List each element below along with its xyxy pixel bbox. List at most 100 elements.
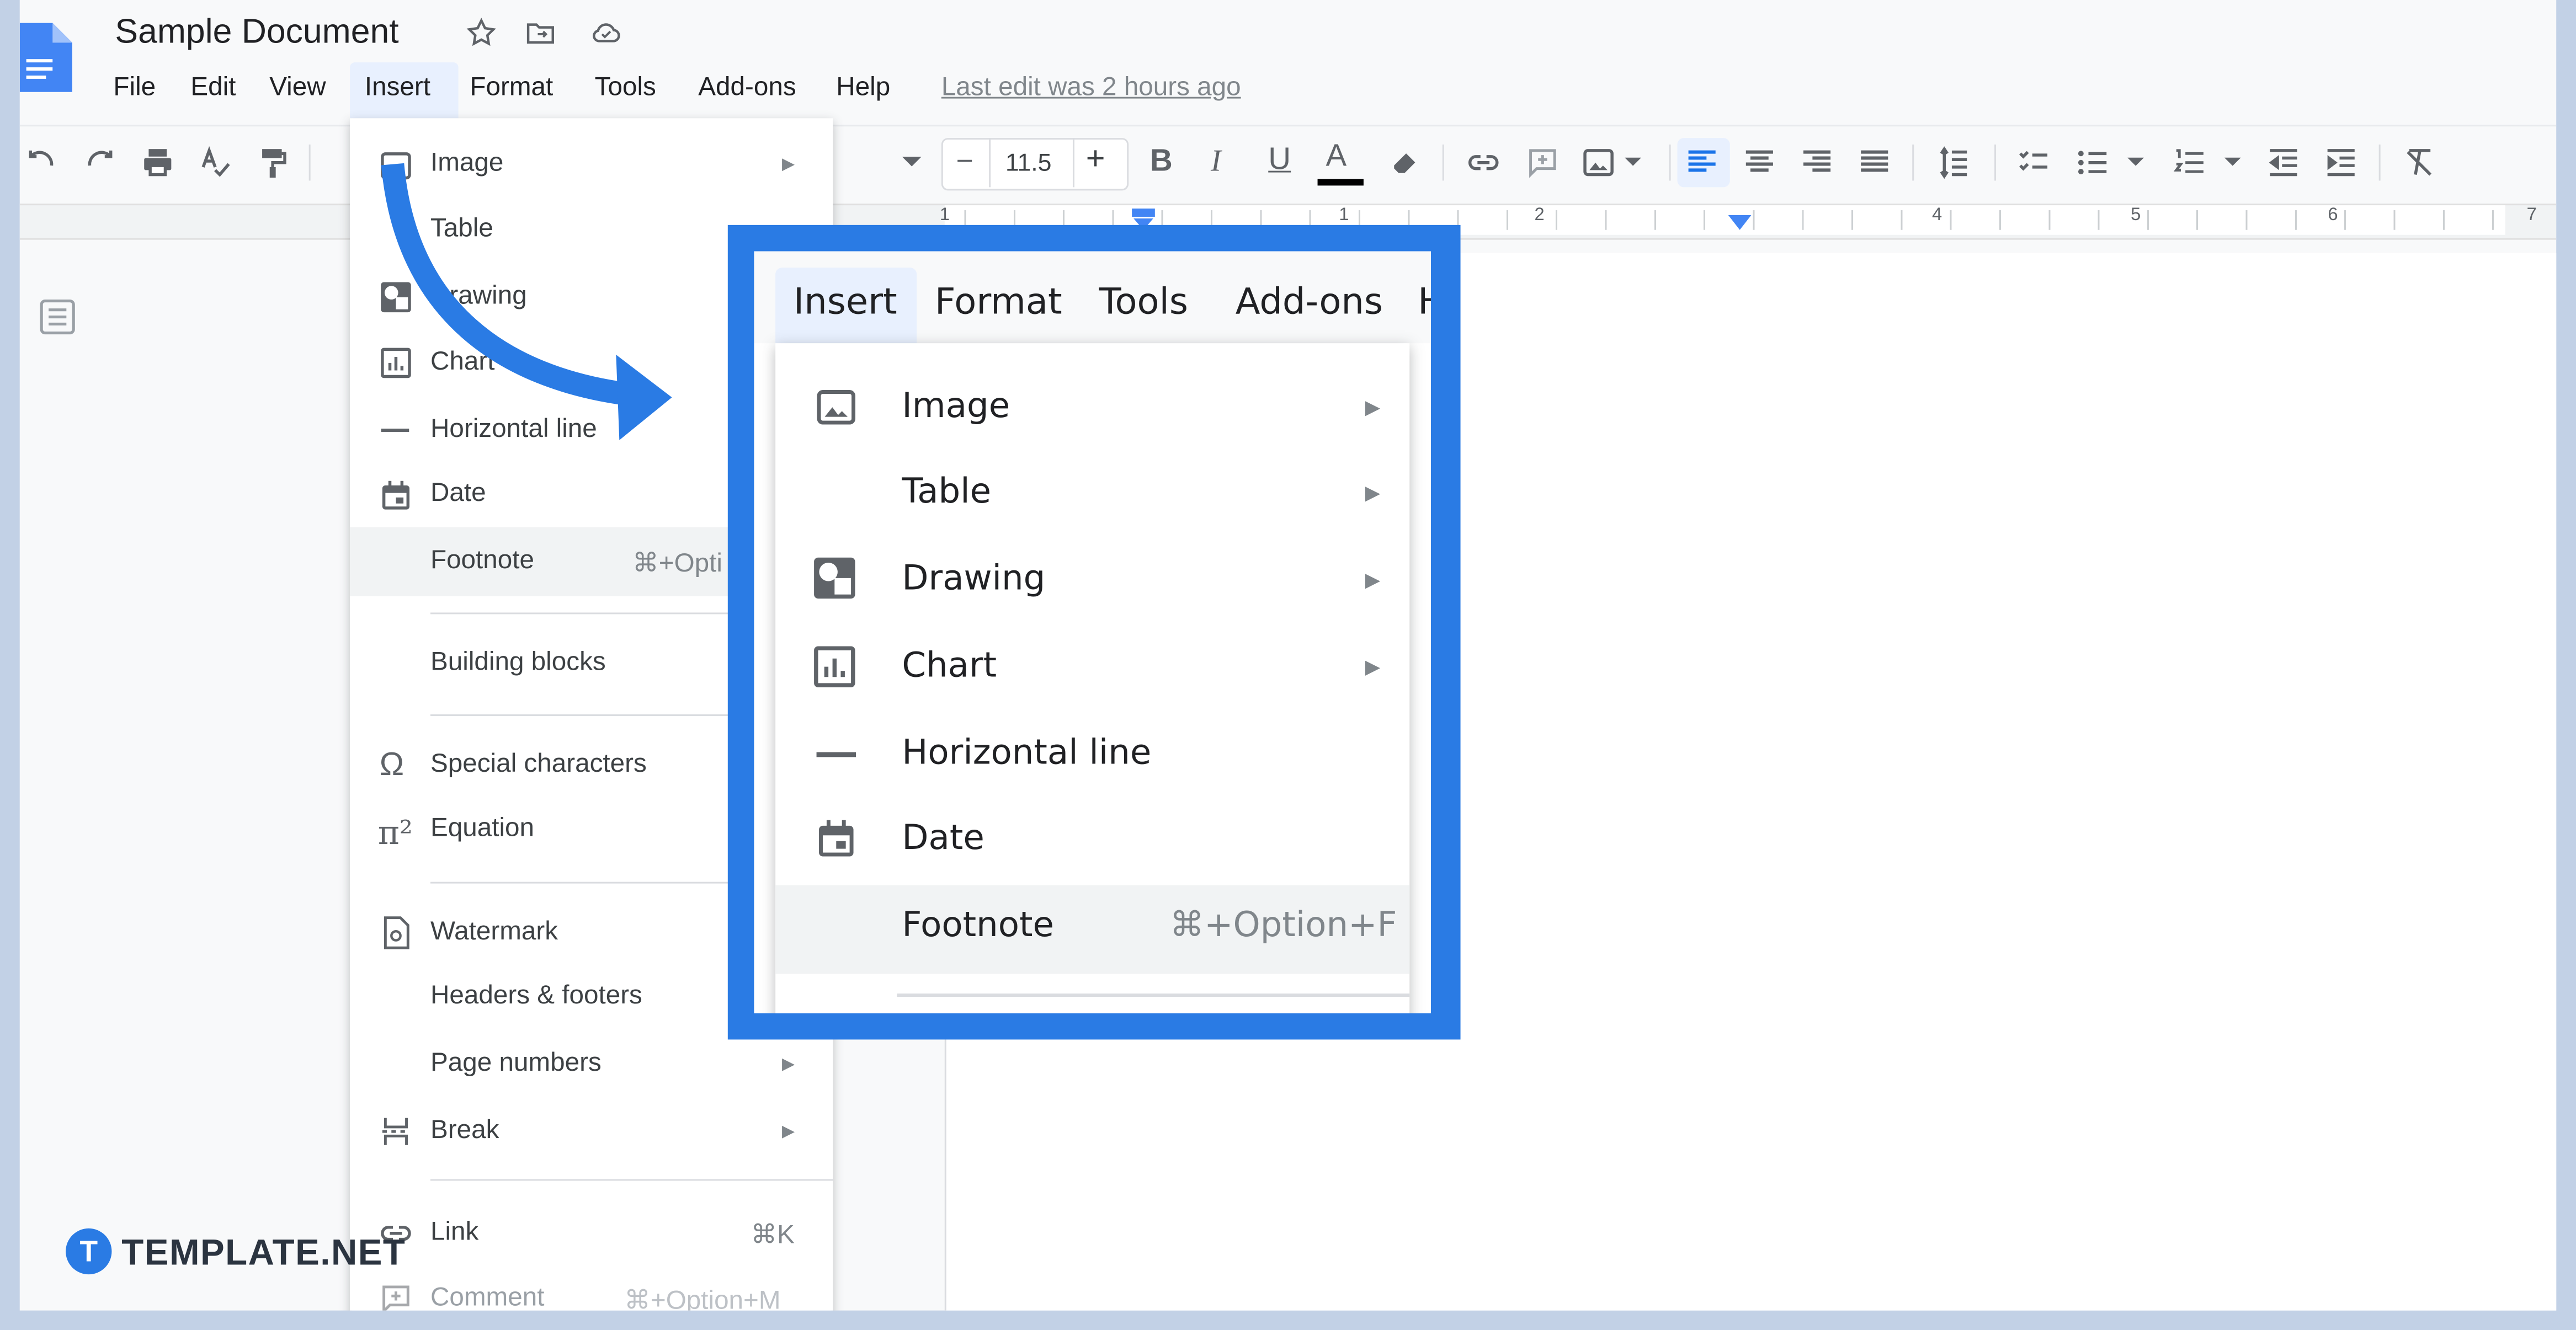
zoom-item-image[interactable]: Image [902,386,1010,425]
insert-menu-item-date[interactable]: Date [430,479,486,509]
bulleted-list-icon[interactable] [2075,145,2111,180]
zoom-menu-tools[interactable]: Tools [1099,282,1188,323]
insert-menu-item-watermark[interactable]: Watermark [430,918,558,948]
left-indent-marker[interactable] [1132,209,1155,217]
increase-indent-icon[interactable] [2323,145,2359,180]
zoom-item-chart[interactable]: Chart [902,645,997,685]
zoom-item-drawing[interactable]: Drawing [902,558,1045,597]
insert-menu-item-building-blocks[interactable]: Building blocks [430,649,606,679]
spellcheck-icon[interactable] [197,145,233,180]
move-folder-icon[interactable] [524,17,557,50]
link-shortcut: ⌘K [751,1219,794,1252]
zoom-item-horizontal-line[interactable]: Horizontal line [902,733,1151,772]
template-logo-icon: T [66,1228,111,1274]
document-outline-icon[interactable] [36,296,78,338]
add-comment-icon[interactable] [1525,145,1561,180]
insert-menu-item-equation[interactable]: Equation [430,815,534,845]
text-color-swatch [1318,179,1364,185]
submenu-arrow-icon: ▶ [1365,481,1380,504]
font-size-increase-button[interactable]: + [1086,141,1105,179]
menu-tools[interactable]: Tools [595,74,656,104]
undo-icon[interactable] [23,145,59,180]
redo-icon[interactable] [82,145,118,180]
zoom-menu-format[interactable]: Format [935,282,1062,323]
submenu-arrow-icon: ▶ [1365,396,1380,419]
align-right-icon[interactable] [1799,145,1835,180]
checklist-icon[interactable] [2016,145,2052,180]
zoom-calendar-icon [813,816,859,862]
toolbar-divider [1994,145,1996,180]
text-color-button[interactable]: A [1326,140,1346,175]
menu-add-ons[interactable]: Add-ons [698,74,796,104]
font-size-decrease-button[interactable]: − [956,145,973,179]
numbered-list-icon[interactable] [2172,145,2208,180]
zoom-menu-add-ons[interactable]: Add-ons [1236,282,1383,323]
numbered-list-dropdown-arrow-icon[interactable] [2223,154,2243,171]
menu-view[interactable]: View [269,74,326,104]
menu-format[interactable]: Format [470,74,553,104]
insert-menu-item-break[interactable]: Break [430,1117,499,1146]
highlight-color-icon[interactable] [1387,143,1423,179]
bulleted-list-dropdown-arrow-icon[interactable] [2126,154,2146,171]
insert-image-icon[interactable] [1580,145,1616,180]
toolbar-divider [309,145,311,180]
last-edit-link[interactable]: Last edit was 2 hours ago [941,74,1241,104]
cloud-saved-icon[interactable] [588,17,624,50]
font-size-input[interactable]: 11.5 [1005,149,1052,178]
menu-file[interactable]: File [113,74,156,104]
insert-menu-item-special-characters[interactable]: Special characters [430,750,647,780]
break-icon [378,1113,414,1149]
callout-arrow-icon [356,148,685,444]
submenu-arrow-icon: ▶ [782,1056,795,1074]
image-dropdown-arrow-icon[interactable] [1623,154,1643,171]
clear-formatting-icon[interactable] [2402,145,2437,180]
omega-icon: Ω [380,747,405,785]
font-dropdown-arrow-icon[interactable] [900,153,923,173]
calendar-icon [378,478,414,514]
menu-help[interactable]: Help [836,74,890,104]
print-icon[interactable] [140,145,175,180]
menu-separator [430,1179,833,1181]
pi-icon: π² [378,813,413,852]
align-center-icon[interactable] [1742,145,1777,180]
toolbar-divider [1443,145,1444,180]
template-brand: TEMPLATE.NET [121,1232,406,1274]
zoom-item-table[interactable]: Table [902,471,991,510]
template-logo-letter: T [79,1234,98,1269]
comment-icon [378,1281,414,1311]
docs-logo-icon[interactable] [20,17,72,95]
zoom-drawing-icon [810,553,859,602]
insert-link-icon[interactable] [1464,145,1503,180]
right-indent-marker[interactable] [1728,215,1752,230]
decrease-indent-icon[interactable] [2265,145,2301,180]
insert-menu-item-footnote[interactable]: Footnote [430,547,534,576]
insert-menu-item-comment[interactable]: Comment [430,1284,544,1311]
submenu-arrow-icon: ▶ [1365,655,1380,679]
star-icon[interactable] [465,17,498,50]
italic-button[interactable]: I [1211,145,1221,180]
line-spacing-icon[interactable] [1934,145,1973,180]
comment-shortcut: ⌘+Option+M [624,1284,780,1311]
insert-menu-item-headers-footers[interactable]: Headers & footers [430,982,642,1012]
bold-button[interactable]: B [1150,145,1173,180]
zoom-image-icon [813,384,859,430]
watermark-icon [378,915,414,950]
submenu-arrow-icon: ▶ [782,156,795,174]
submenu-arrow-icon: ▶ [782,1123,795,1141]
menu-insert[interactable]: Insert [365,74,430,104]
underline-button[interactable]: U [1268,143,1291,179]
toolbar-divider [1669,145,1671,180]
menu-edit[interactable]: Edit [190,74,236,104]
zoom-footnote-shortcut: ⌘+Option+F [1170,905,1397,944]
paint-format-icon[interactable] [254,145,290,180]
align-left-icon[interactable] [1684,145,1720,180]
zoom-item-date[interactable]: Date [902,818,984,857]
align-justify-icon[interactable] [1856,145,1892,180]
insert-menu-item-link[interactable]: Link [430,1219,478,1248]
ruler-number: 7 [2527,205,2537,225]
insert-menu-item-page-numbers[interactable]: Page numbers [430,1049,602,1079]
zoom-menu-help[interactable]: H [1418,282,1431,323]
zoom-item-footnote[interactable]: Footnote [902,905,1054,944]
document-title[interactable]: Sample Document [115,13,398,52]
zoom-menu-insert[interactable]: Insert [794,282,897,323]
